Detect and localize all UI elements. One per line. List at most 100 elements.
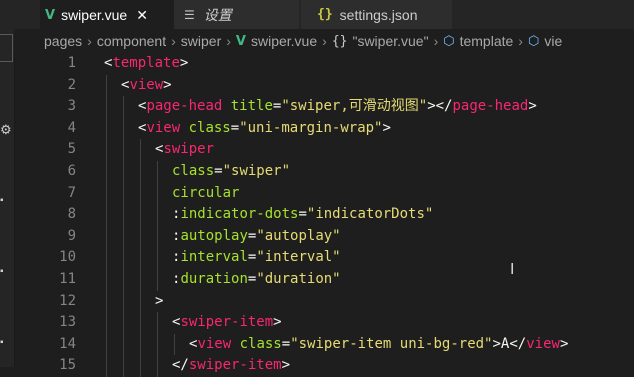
code-text: :autoplay="autoplay" <box>172 226 341 248</box>
chevron-right-icon: › <box>171 33 176 49</box>
code-line[interactable]: 13 <swiper-item> <box>14 312 634 334</box>
braces-icon: {} <box>331 33 348 49</box>
tab-settings-json[interactable]: {} settings.json <box>301 0 452 29</box>
settings-icon: ☰ <box>184 7 195 22</box>
code-token: class <box>239 335 282 352</box>
breadcrumb-item[interactable]: swiper.vue <box>251 33 317 49</box>
code-line[interactable]: 12 > <box>14 290 634 313</box>
code-token: </ <box>172 357 189 374</box>
indent-guide <box>106 117 107 140</box>
code-token: > <box>179 55 189 71</box>
close-icon[interactable]: ✕ <box>136 7 148 24</box>
line-number: 5 <box>67 141 76 158</box>
indent-guide <box>123 290 124 313</box>
code-text: circular <box>172 183 239 205</box>
code-token: > <box>382 119 391 136</box>
breadcrumb-item[interactable]: vie <box>544 33 562 49</box>
activity-bar: ⚙ ▪ ▪ ▪ <box>0 0 15 367</box>
indent-guide <box>106 269 107 291</box>
code-token: = <box>281 335 291 352</box>
breadcrumb-item[interactable]: template <box>460 33 514 49</box>
code-text: <swiper <box>155 139 214 161</box>
code-token: "autoplay" <box>256 227 341 244</box>
indent-guide <box>157 161 158 183</box>
code-text: <swiper-item> <box>172 312 282 334</box>
vue-icon: V <box>45 7 56 23</box>
indent-guide <box>157 355 158 377</box>
tab-label: swiper.vue <box>61 7 128 23</box>
code-text: :indicator-dots="indicatorDots" <box>172 204 433 226</box>
breadcrumb-item[interactable]: pages <box>44 33 82 49</box>
line-number: 3 <box>67 98 76 115</box>
code-token: > <box>528 98 537 115</box>
code-token: = <box>230 119 240 136</box>
code-line[interactable]: 11:duration="duration" <box>14 269 634 291</box>
breadcrumb-item[interactable]: component <box>97 33 166 49</box>
code-token: swiper-item <box>180 314 274 331</box>
code-line[interactable]: 9:autoplay="autoplay" <box>14 225 634 248</box>
vue-icon: V <box>235 33 246 49</box>
indent-guide <box>140 204 141 226</box>
code-editor[interactable]: 1 <template> 2 <view> 3 <page-head title="swi… <box>14 53 634 377</box>
indent-guide <box>157 225 158 248</box>
code-token: = <box>298 206 307 223</box>
code-token: title <box>230 98 273 115</box>
code-token: > <box>273 314 282 331</box>
indent-guide <box>123 161 124 183</box>
code-text: <view> <box>121 75 172 97</box>
line-number: 7 <box>67 184 76 201</box>
code-line[interactable]: 4 <view class="uni-margin-wrap"> <box>14 117 634 140</box>
text-cursor-icon: I <box>510 260 515 278</box>
line-number: 1 <box>67 55 76 71</box>
indent-guide <box>140 269 141 291</box>
code-token: template <box>112 55 180 71</box>
code-line[interactable]: 15 </swiper-item> <box>14 355 634 377</box>
indent-guide <box>106 290 107 313</box>
indent-guide <box>123 333 124 356</box>
indent-guide <box>123 355 124 377</box>
code-line[interactable]: 1 <template> <box>14 53 634 75</box>
side-icon[interactable]: ▪ <box>0 265 10 279</box>
tab-swiper-vue[interactable]: V swiper.vue ✕ <box>40 0 174 29</box>
side-icon[interactable]: ▪ <box>0 336 10 350</box>
line-number: 10 <box>59 249 76 266</box>
indent-guide <box>106 74 107 97</box>
code-line[interactable]: 5 <swiper <box>14 139 634 161</box>
side-icon[interactable]: ▪ <box>0 194 10 208</box>
code-token: view <box>197 335 232 352</box>
code-line[interactable]: 14 <view class="swiper-item uni-bg-red">A… <box>14 333 634 356</box>
code-line[interactable]: 6 class="swiper" <box>14 161 634 183</box>
code-text: :duration="duration" <box>172 269 341 291</box>
tab-bar: V swiper.vue ✕ ☰ 设置 {} settings.json <box>14 0 634 29</box>
code-token: "indicatorDots" <box>306 206 434 223</box>
code-line[interactable]: 8:indicator-dots="indicatorDots" <box>14 204 634 226</box>
code-token: </ <box>509 335 527 352</box>
breadcrumb-item[interactable]: swiper <box>181 33 221 49</box>
indent-guide <box>106 139 107 161</box>
code-text: <page-head title="swiper,可滑动视图"></page-h… <box>138 96 537 118</box>
indent-guide <box>140 161 141 183</box>
breadcrumb-item[interactable]: "swiper.vue" <box>352 33 428 49</box>
indent-guide <box>106 182 107 205</box>
code-line[interactable]: 7 circular <box>14 182 634 205</box>
gear-icon[interactable]: ⚙ <box>0 122 12 138</box>
tab-label: settings.json <box>339 6 418 23</box>
tab-settings[interactable]: ☰ 设置 <box>174 0 300 29</box>
chevron-right-icon: › <box>518 33 523 49</box>
code-text: > <box>155 291 163 313</box>
code-line[interactable]: 3 <page-head title="swiper,可滑动视图"></page-… <box>14 96 634 118</box>
code-token: class <box>172 163 215 179</box>
indent-guide <box>106 355 107 377</box>
code-line[interactable]: 2 <view> <box>14 74 634 97</box>
explorer-toggle[interactable] <box>0 34 13 62</box>
code-token: > <box>559 335 569 352</box>
cube-icon: ⬡ <box>527 33 540 48</box>
breadcrumb: pages › component › swiper › V swiper.vu… <box>14 29 634 53</box>
code-line[interactable]: 10:interval="interval" <box>14 247 634 269</box>
indent-guide <box>157 312 158 334</box>
code-token: autoplay <box>180 227 248 244</box>
line-number: 12 <box>59 292 76 309</box>
